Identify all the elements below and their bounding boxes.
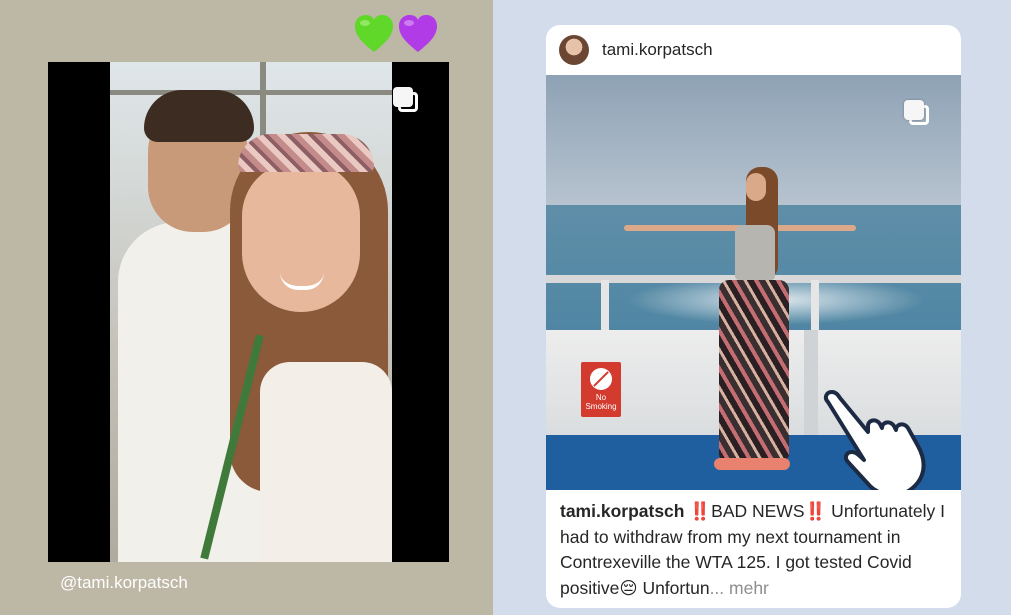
- no-smoking-sign: No Smoking: [581, 362, 621, 417]
- post-header: tami.korpatsch: [546, 25, 961, 75]
- instagram-post-panel: tami.korpatsch No Smoking tami.korpatsch…: [493, 0, 1011, 615]
- heart-emojis: [353, 14, 439, 54]
- railing-post: [601, 280, 609, 335]
- railing-post: [811, 280, 819, 335]
- man-hair: [144, 90, 254, 142]
- purple-heart-icon: [399, 15, 437, 52]
- more-link[interactable]: mehr: [724, 578, 769, 598]
- ferry-photo[interactable]: No Smoking: [546, 75, 961, 490]
- story-photo-frame[interactable]: [48, 62, 449, 562]
- multi-photo-icon: [904, 100, 932, 128]
- wall-pillar: [804, 330, 818, 440]
- woman-headband: [238, 134, 374, 172]
- post-caption: tami.korpatsch ‼️BAD NEWS‼️ Unfortunatel…: [560, 499, 952, 601]
- woman-face: [746, 173, 766, 201]
- selfie-photo: [110, 62, 392, 562]
- post-username[interactable]: tami.korpatsch: [602, 40, 713, 60]
- caption-headline: BAD NEWS: [711, 501, 805, 521]
- post-card: tami.korpatsch No Smoking tami.korpatsch…: [546, 25, 961, 608]
- story-mention[interactable]: @tami.korpatsch: [60, 573, 188, 593]
- no-smoking-icon: [590, 368, 612, 390]
- green-heart-icon: [355, 15, 393, 52]
- sign-text: No Smoking: [585, 393, 617, 411]
- woman-patterned-pants: [719, 280, 789, 460]
- caption-username[interactable]: tami.korpatsch: [560, 501, 684, 521]
- double-exclamation-emoji: ‼️: [689, 501, 712, 521]
- avatar[interactable]: [559, 35, 589, 65]
- double-exclamation-emoji: ‼️: [804, 501, 827, 521]
- woman-sandals: [714, 458, 790, 470]
- woman-tank-top: [735, 225, 775, 280]
- multi-photo-icon: [393, 87, 421, 115]
- window-frame: [110, 90, 392, 95]
- pointing-hand-icon: [823, 390, 926, 490]
- woman-white-top: [260, 362, 392, 562]
- caption-ellipsis: ...: [709, 577, 725, 598]
- instagram-story-panel: @tami.korpatsch: [0, 0, 493, 615]
